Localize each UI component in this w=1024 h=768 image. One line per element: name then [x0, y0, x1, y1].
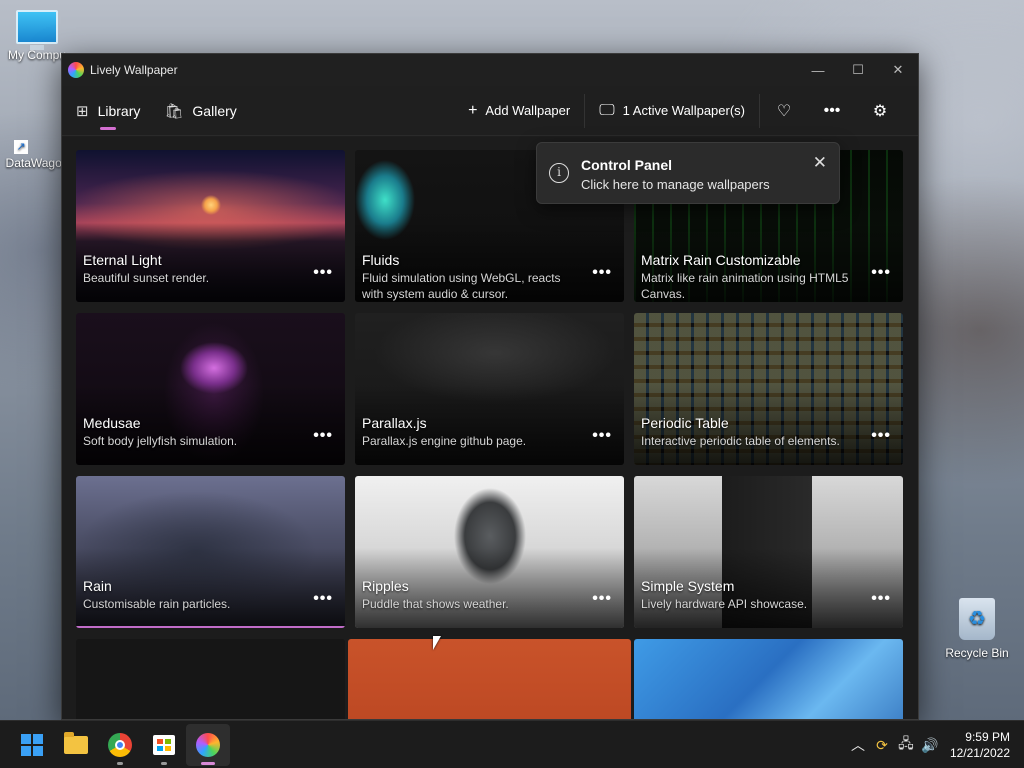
- wallpaper-title: Medusae: [83, 415, 141, 431]
- title-bar[interactable]: Lively Wallpaper — ☐ ✕: [62, 54, 918, 86]
- wallpaper-title: Parallax.js: [362, 415, 427, 431]
- taskbar: ︿ ⟳ 🖧 🔊 9:59 PM 12/21/2022: [0, 720, 1024, 768]
- wallpaper-grid: Eternal Light Beautiful sunset render. •…: [62, 137, 918, 719]
- nav-bar: ⊞ Library 🛍 Gallery + Add Wallpaper 🖵 1 …: [62, 86, 918, 136]
- wallpaper-card-ripples[interactable]: Ripples Puddle that shows weather. •••: [355, 476, 624, 628]
- settings-button[interactable]: ⚙: [856, 94, 904, 128]
- taskbar-file-explorer[interactable]: [54, 724, 98, 766]
- wallpaper-card-periodic-table[interactable]: Periodic Table Interactive periodic tabl…: [634, 313, 903, 465]
- wallpaper-card-medusae[interactable]: Medusae Soft body jellyfish simulation. …: [76, 313, 345, 465]
- clock-date: 12/21/2022: [949, 746, 1010, 760]
- wallpaper-description: Fluid simulation using WebGL, reacts wit…: [362, 271, 561, 301]
- wallpaper-description: Puddle that shows weather.: [362, 597, 509, 611]
- windows-logo-icon: [21, 733, 43, 756]
- card-more-button[interactable]: •••: [871, 590, 891, 608]
- wallpaper-title: Matrix Rain Customizable: [641, 252, 801, 268]
- heart-icon: ♡: [776, 102, 792, 120]
- monitor-icon: [16, 10, 58, 50]
- shortcut-arrow-icon: ↗: [14, 140, 28, 154]
- wallpaper-description: Soft body jellyfish simulation.: [83, 434, 238, 448]
- info-icon: i: [549, 163, 569, 183]
- wallpaper-description: Beautiful sunset render.: [83, 271, 210, 285]
- wallpaper-description: Matrix like rain animation using HTML5 C…: [641, 271, 849, 301]
- tab-gallery[interactable]: 🛍 Gallery: [164, 86, 236, 136]
- wallpaper-card-partial[interactable]: [634, 639, 903, 719]
- favorite-button[interactable]: ♡: [760, 94, 808, 128]
- sync-icon[interactable]: ⟳: [870, 737, 894, 754]
- desktop-icon-recycle-bin[interactable]: ♻ Recycle Bin: [940, 598, 1014, 660]
- lively-logo-icon: [68, 62, 84, 78]
- control-panel-toast[interactable]: i Control Panel Click here to manage wal…: [536, 142, 840, 204]
- wallpaper-card-parallax[interactable]: Parallax.js Parallax.js engine github pa…: [355, 313, 624, 465]
- minimize-button[interactable]: —: [798, 54, 838, 86]
- active-wallpapers-button[interactable]: 🖵 1 Active Wallpaper(s): [585, 94, 759, 128]
- lively-logo-icon: [196, 732, 220, 757]
- gear-icon: ⚙: [872, 102, 888, 120]
- clock[interactable]: 9:59 PM 12/21/2022: [942, 729, 1024, 761]
- grid-icon: ⊞: [76, 102, 89, 120]
- card-more-button[interactable]: •••: [313, 264, 333, 282]
- wallpaper-title: Ripples: [362, 578, 409, 594]
- toast-title: Control Panel: [581, 157, 673, 173]
- recycle-bin-icon: ♻: [959, 598, 995, 640]
- card-more-button[interactable]: •••: [313, 427, 333, 445]
- card-more-button[interactable]: •••: [592, 590, 612, 608]
- wallpaper-title: Rain: [83, 578, 112, 594]
- card-more-button[interactable]: •••: [871, 427, 891, 445]
- wallpaper-title: Periodic Table: [641, 415, 729, 431]
- wallpaper-description: Customisable rain particles.: [83, 597, 231, 611]
- add-wallpaper-label: Add Wallpaper: [485, 103, 571, 118]
- taskbar-chrome[interactable]: [98, 724, 142, 766]
- wallpaper-description: Lively hardware API showcase.: [641, 597, 808, 611]
- card-more-button[interactable]: •••: [871, 264, 891, 282]
- bag-icon: 🛍: [164, 102, 184, 120]
- taskbar-lively[interactable]: [186, 723, 230, 766]
- desktop-icon-label: My Compu: [7, 48, 66, 62]
- store-icon: [153, 734, 175, 755]
- wallpaper-card-eternal-light[interactable]: Eternal Light Beautiful sunset render. •…: [76, 150, 345, 302]
- wallpaper-card-partial[interactable]: [348, 639, 631, 719]
- wallpaper-description: Interactive periodic table of elements.: [641, 434, 840, 448]
- card-more-button[interactable]: •••: [592, 264, 612, 282]
- toast-subtitle: Click here to manage wallpapers: [581, 177, 770, 192]
- wallpaper-card-rain[interactable]: Rain Customisable rain particles. •••: [76, 476, 345, 628]
- tab-label: Library: [97, 102, 141, 119]
- card-more-button[interactable]: •••: [592, 427, 612, 445]
- maximize-button[interactable]: ☐: [838, 54, 878, 86]
- close-button[interactable]: ✕: [878, 54, 918, 86]
- desktop-icon-label: DataWagon: [5, 156, 69, 170]
- folder-icon: [64, 731, 88, 754]
- system-tray: ︿ ⟳ 🖧 🔊 9:59 PM 12/21/2022: [846, 721, 1024, 768]
- clock-time: 9:59 PM: [965, 730, 1010, 744]
- wallpaper-title: Simple System: [641, 578, 735, 594]
- mouse-cursor-icon: [433, 636, 441, 650]
- taskbar-store[interactable]: [142, 724, 186, 766]
- plus-icon: +: [468, 101, 478, 119]
- start-button[interactable]: [10, 724, 54, 766]
- window-title: Lively Wallpaper: [90, 63, 178, 77]
- wallpaper-title: Eternal Light: [83, 252, 162, 268]
- more-options-button[interactable]: •••: [808, 94, 856, 128]
- monitor-icon: 🖵: [599, 101, 615, 119]
- desktop-icon-label: Recycle Bin: [945, 646, 1009, 660]
- wallpaper-description: Parallax.js engine github page.: [362, 434, 527, 448]
- wallpaper-card-simple-system[interactable]: Simple System Lively hardware API showca…: [634, 476, 903, 628]
- chevron-up-icon[interactable]: ︿: [846, 735, 870, 755]
- volume-icon[interactable]: 🔊: [918, 737, 942, 754]
- tab-label: Gallery: [192, 102, 237, 119]
- wallpaper-card-partial[interactable]: [76, 639, 345, 719]
- tab-library[interactable]: ⊞ Library: [76, 86, 140, 136]
- more-horizontal-icon: •••: [823, 101, 841, 119]
- card-more-button[interactable]: •••: [313, 590, 333, 608]
- network-icon[interactable]: 🖧: [894, 733, 918, 757]
- toast-close-button[interactable]: ✕: [813, 153, 827, 173]
- add-wallpaper-button[interactable]: + Add Wallpaper: [454, 94, 584, 128]
- wallpaper-title: Fluids: [362, 252, 400, 268]
- chrome-icon: [108, 732, 132, 757]
- active-wallpapers-label: 1 Active Wallpaper(s): [622, 103, 745, 118]
